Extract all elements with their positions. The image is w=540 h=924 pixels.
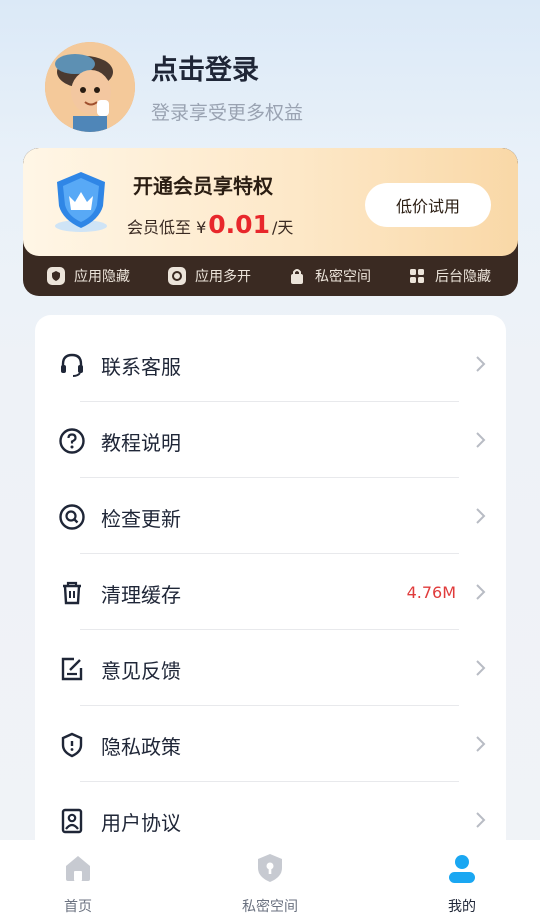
menu-item-label: 教程说明 bbox=[101, 431, 181, 455]
divider bbox=[80, 629, 459, 630]
menu-item-contact-service[interactable]: 联系客服 bbox=[35, 327, 506, 403]
feature-label: 应用隐藏 bbox=[74, 269, 130, 285]
vip-price-suffix: /天 bbox=[271, 218, 294, 237]
chevron-right-icon bbox=[476, 356, 486, 372]
grid-icon bbox=[408, 267, 426, 285]
chevron-right-icon bbox=[476, 812, 486, 828]
vip-price: 0.01 bbox=[208, 210, 270, 239]
divider bbox=[80, 705, 459, 706]
menu-item-label: 清理缓存 bbox=[101, 583, 181, 607]
shield-icon bbox=[47, 267, 65, 285]
question-icon bbox=[59, 428, 85, 454]
copy-icon bbox=[168, 267, 186, 285]
chevron-right-icon bbox=[476, 432, 486, 448]
menu-item-label: 联系客服 bbox=[101, 355, 181, 379]
chevron-right-icon bbox=[476, 660, 486, 676]
avatar-illustration bbox=[45, 42, 135, 132]
tab-label: 首页 bbox=[64, 899, 92, 915]
settings-menu: 联系客服 教程说明 检查更新 清理缓存 4.76M 意见反馈 隐私政策 用户协议 bbox=[35, 315, 506, 875]
tab-mine[interactable]: 我的 bbox=[402, 840, 522, 924]
shield-info-icon bbox=[61, 732, 83, 758]
vip-shield-icon bbox=[55, 172, 107, 232]
feature-background-hide: 后台隐藏 bbox=[408, 266, 491, 286]
cache-size: 4.76M bbox=[406, 583, 456, 602]
menu-item-label: 隐私政策 bbox=[101, 735, 181, 759]
trial-button[interactable]: 低价试用 bbox=[365, 183, 491, 227]
tab-label: 私密空间 bbox=[242, 899, 298, 915]
menu-item-check-update[interactable]: 检查更新 bbox=[35, 479, 506, 555]
menu-item-tutorial[interactable]: 教程说明 bbox=[35, 403, 506, 479]
menu-item-label: 用户协议 bbox=[101, 811, 181, 835]
menu-item-label: 检查更新 bbox=[101, 507, 181, 531]
feature-private-space: 私密空间 bbox=[288, 266, 371, 286]
trash-icon bbox=[63, 581, 81, 605]
vip-title: 开通会员享特权 bbox=[133, 174, 273, 198]
divider bbox=[80, 553, 459, 554]
vip-price-line: 会员低至 ¥ 0.01 /天 bbox=[127, 210, 293, 239]
feature-app-hide: 应用隐藏 bbox=[47, 266, 130, 286]
private-shield-icon bbox=[258, 854, 282, 882]
feature-label: 应用多开 bbox=[195, 269, 251, 285]
user-agreement-icon bbox=[61, 808, 83, 834]
chevron-right-icon bbox=[476, 736, 486, 752]
lock-icon bbox=[288, 267, 306, 285]
divider bbox=[80, 401, 459, 402]
chevron-right-icon bbox=[476, 508, 486, 524]
feature-app-multi: 应用多开 bbox=[168, 266, 251, 286]
home-icon bbox=[66, 856, 90, 881]
chevron-right-icon bbox=[476, 584, 486, 600]
vip-features: 应用隐藏 应用多开 私密空间 后台隐藏 bbox=[23, 256, 518, 296]
divider bbox=[80, 781, 459, 782]
feature-label: 私密空间 bbox=[315, 269, 371, 285]
tab-label: 我的 bbox=[448, 899, 476, 915]
user-icon bbox=[449, 855, 475, 883]
vip-price-prefix: 会员低至 ¥ bbox=[127, 218, 207, 237]
vip-banner[interactable]: 开通会员享特权 会员低至 ¥ 0.01 /天 低价试用 bbox=[23, 148, 518, 256]
headset-icon bbox=[61, 353, 83, 377]
feedback-icon bbox=[61, 657, 83, 681]
bottom-tab-bar: 首页 私密空间 我的 bbox=[0, 840, 540, 924]
avatar[interactable] bbox=[45, 42, 135, 132]
search-update-icon bbox=[59, 504, 85, 530]
menu-item-feedback[interactable]: 意见反馈 bbox=[35, 631, 506, 707]
menu-item-label: 意见反馈 bbox=[101, 659, 181, 683]
tab-private-space[interactable]: 私密空间 bbox=[210, 840, 330, 924]
menu-item-clear-cache[interactable]: 清理缓存 4.76M bbox=[35, 555, 506, 631]
login-title[interactable]: 点击登录 bbox=[151, 48, 259, 87]
vip-card[interactable]: 开通会员享特权 会员低至 ¥ 0.01 /天 低价试用 应用隐藏 应用多开 私密… bbox=[23, 148, 518, 296]
login-subtitle: 登录享受更多权益 bbox=[151, 102, 304, 124]
tab-home[interactable]: 首页 bbox=[18, 840, 138, 924]
feature-label: 后台隐藏 bbox=[435, 269, 491, 285]
divider bbox=[80, 477, 459, 478]
menu-item-privacy-policy[interactable]: 隐私政策 bbox=[35, 707, 506, 783]
